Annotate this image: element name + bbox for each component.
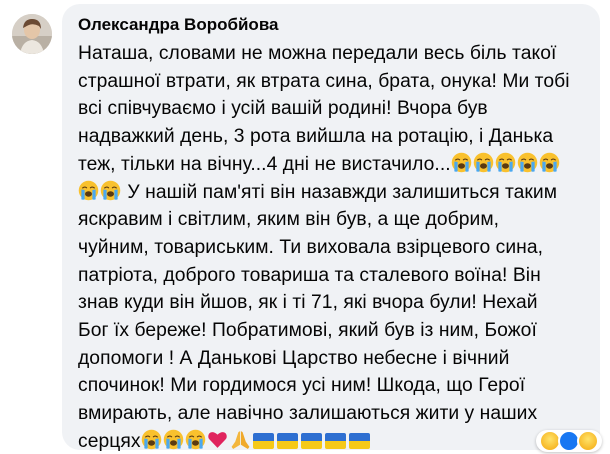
ukraine-flag-icon xyxy=(252,432,274,449)
comment-line: допомоги ! А Данькові Царство небесне і … xyxy=(78,347,510,369)
crying-face-icon xyxy=(141,429,161,450)
ukraine-flag-icon xyxy=(276,432,298,449)
crying-face-icon xyxy=(451,152,471,173)
comment-line: патріота, доброго товариша та сталевого … xyxy=(78,264,541,286)
crying-face-icon xyxy=(185,429,205,450)
crying-face-icon xyxy=(100,180,121,200)
comment: Олександра Воробйова Наташа, словами не … xyxy=(0,0,610,454)
user-avatar[interactable] xyxy=(12,14,52,54)
comment-line: всі співчуваємо і усій вашій родині! Вчо… xyxy=(78,98,488,120)
ukraine-flag-icon xyxy=(300,432,322,449)
reactions-summary[interactable] xyxy=(536,430,602,452)
comment-author[interactable]: Олександра Воробйова xyxy=(78,14,588,36)
ukraine-flag-icon xyxy=(324,432,346,449)
crying-emoji-group xyxy=(78,180,122,203)
comment-line: Бог їх береже! Побратимові, який був із … xyxy=(78,320,537,342)
crying-face-icon xyxy=(163,429,183,450)
comment-line: знав куди він йшов, як і ті 71, які вчор… xyxy=(78,292,538,314)
comment-line: страшної втрати, як втрата сина, брата, … xyxy=(78,70,570,92)
comment-line: вмирають, але навічно залишаються жити у… xyxy=(78,403,538,425)
crying-face-icon xyxy=(473,152,493,173)
comment-line: чуйним, товариським. Ти виховала взірцев… xyxy=(78,236,544,258)
comment-line: спочинок! Ми гордимося усі ним! Шкода, щ… xyxy=(78,375,526,397)
comment-line: Наташа, словами не можна передали весь б… xyxy=(78,43,557,64)
crying-face-icon xyxy=(495,152,515,173)
user-avatar-icon xyxy=(12,14,52,54)
comment-bubble: Олександра Воробйова Наташа, словами не … xyxy=(62,4,600,452)
ukraine-flag-icon xyxy=(348,432,370,449)
crying-face-icon xyxy=(78,180,99,200)
comment-line: теж, тільки на вічну...4 дні не вистачил… xyxy=(78,151,588,179)
care-reaction-icon xyxy=(577,430,599,452)
red-heart-icon xyxy=(207,432,227,448)
final-emoji-group xyxy=(141,429,373,452)
crying-face-icon xyxy=(517,152,537,173)
crying-emoji-group xyxy=(451,152,561,175)
folded-hands-icon xyxy=(231,430,249,449)
crying-face-icon xyxy=(539,152,559,173)
comment-line: надважкий день, 3 рота вийшла на ротацію… xyxy=(78,126,554,148)
comment-line: яскравим і світлим, яким він був, а ще д… xyxy=(78,209,500,231)
comment-line: серцях xyxy=(78,428,588,454)
comment-line: У нашій пам'яті він назавжди залишиться … xyxy=(78,179,588,207)
